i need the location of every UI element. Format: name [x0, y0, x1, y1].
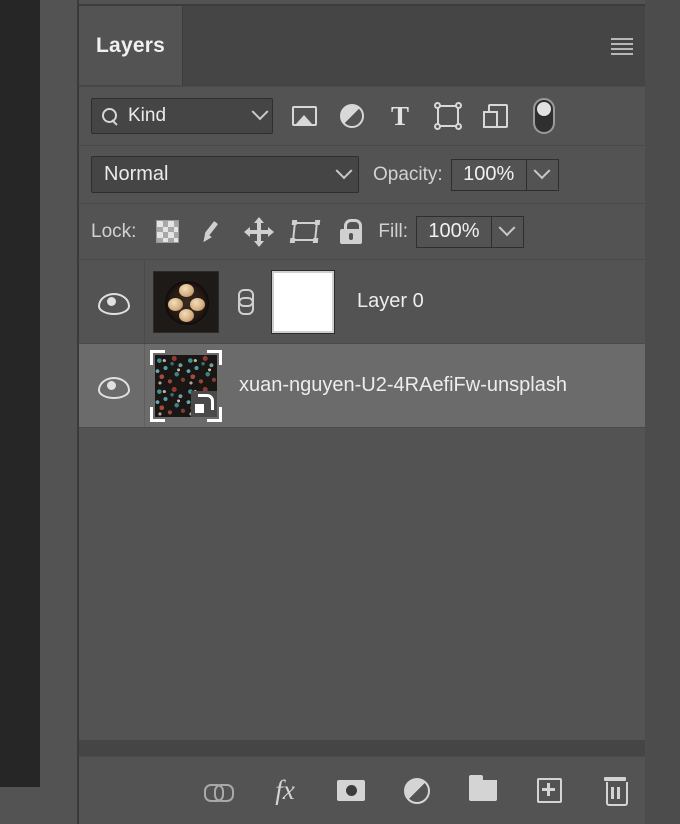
tab-layers-label: Layers: [96, 33, 165, 57]
opacity-field[interactable]: 100%: [450, 158, 559, 191]
photo-thumbnail: [153, 270, 219, 333]
smart-object-filter-icon[interactable]: [483, 103, 509, 129]
lock-transparent-pixels-icon[interactable]: [154, 219, 180, 245]
blend-mode-select[interactable]: Normal: [91, 156, 359, 193]
layer-style-fx-button[interactable]: fx: [270, 776, 300, 806]
tab-layers[interactable]: Layers: [79, 6, 183, 85]
adjustment-icon: [404, 777, 430, 804]
link-icon: [237, 288, 254, 315]
add-layer-mask-button[interactable]: [336, 776, 366, 806]
fill-field[interactable]: 100%: [415, 215, 524, 248]
layer-filter-row: Kind T: [79, 86, 645, 145]
lock-image-pixels-icon[interactable]: [200, 219, 226, 245]
filter-type-icons: T: [291, 98, 557, 134]
lock-all-icon[interactable]: [338, 219, 364, 245]
filter-kind-value: Kind: [128, 105, 167, 126]
menu-line: [611, 37, 633, 40]
opacity-dropdown-button[interactable]: [525, 159, 558, 190]
lock-artboard-nesting-icon[interactable]: [290, 219, 321, 245]
lock-row: Lock: Fill: 100%: [79, 203, 645, 259]
new-group-button[interactable]: [468, 775, 498, 806]
filter-kind-select[interactable]: Kind: [91, 98, 273, 134]
plus-square-icon: [536, 778, 562, 803]
chevron-down-icon: [251, 103, 269, 121]
fill-label: Fill:: [378, 220, 408, 242]
layer-mask-icon: [337, 780, 365, 801]
fill-value: 100%: [428, 220, 480, 242]
workspace-dark-gutter: [0, 0, 40, 787]
opacity-label: Opacity:: [373, 163, 443, 185]
link-layers-button[interactable]: [204, 776, 234, 806]
layers-bottom-toolbar: fx: [79, 756, 645, 824]
pixel-layer-filter-icon[interactable]: [291, 103, 317, 129]
menu-line: [611, 42, 633, 45]
layer-visibility-toggle[interactable]: [79, 344, 145, 427]
smart-object-thumbnail: [150, 349, 222, 422]
layer-mask-thumbnail[interactable]: [261, 269, 345, 334]
shape-layer-filter-icon[interactable]: [434, 102, 462, 130]
type-layer-filter-icon[interactable]: T: [387, 102, 413, 129]
layer-thumbnail[interactable]: [145, 349, 227, 422]
new-layer-button[interactable]: [534, 776, 564, 806]
table-row[interactable]: xuan-nguyen-U2-4RAefiFw-unsplash: [79, 344, 645, 428]
eye-icon: [97, 376, 130, 399]
layer-name-label[interactable]: xuan-nguyen-U2-4RAefiFw-unsplash: [239, 374, 567, 397]
layer-name-label[interactable]: Layer 0: [357, 290, 424, 313]
filter-toggle-switch[interactable]: [531, 98, 557, 134]
delete-layer-button[interactable]: [600, 776, 630, 806]
workspace-gutter: [40, 0, 78, 824]
lock-label: Lock:: [91, 220, 137, 242]
lock-icons: [154, 216, 364, 247]
trash-icon: [603, 777, 628, 806]
blend-mode-row: Normal Opacity: 100%: [79, 145, 645, 203]
mask-link-toggle[interactable]: [227, 288, 261, 315]
table-row[interactable]: Layer 0: [79, 260, 645, 344]
chevron-down-icon: [533, 161, 551, 179]
blend-mode-value: Normal: [104, 163, 169, 185]
link-icon: [204, 783, 234, 802]
menu-line: [611, 52, 633, 55]
mask-thumbnail: [271, 269, 335, 334]
layer-thumbnail[interactable]: [145, 270, 227, 333]
layer-list: Layer 0 xuan-nguyen-U2-4RAefiFw-unsplash: [79, 259, 645, 740]
chevron-down-icon: [498, 218, 516, 236]
adjustment-layer-filter-icon[interactable]: [339, 103, 365, 129]
fx-icon: fx: [275, 775, 295, 805]
layer-visibility-toggle[interactable]: [79, 260, 145, 343]
eye-icon: [97, 292, 130, 315]
fill-dropdown-button[interactable]: [490, 216, 523, 247]
chevron-down-icon: [335, 161, 353, 179]
lock-position-icon[interactable]: [244, 216, 275, 247]
search-icon: [102, 107, 119, 125]
panel-tab-bar: Layers: [79, 6, 645, 86]
opacity-value: 100%: [463, 163, 515, 185]
new-adjustment-layer-button[interactable]: [402, 776, 432, 806]
layers-panel: Layers Kind T Normal Opacity: 100% Lock:…: [79, 4, 645, 824]
menu-line: [611, 47, 633, 50]
workspace-right-edge: [645, 0, 680, 824]
folder-icon: [469, 775, 497, 801]
hamburger-menu-icon[interactable]: [607, 34, 637, 58]
smart-object-badge-icon: [191, 390, 217, 417]
